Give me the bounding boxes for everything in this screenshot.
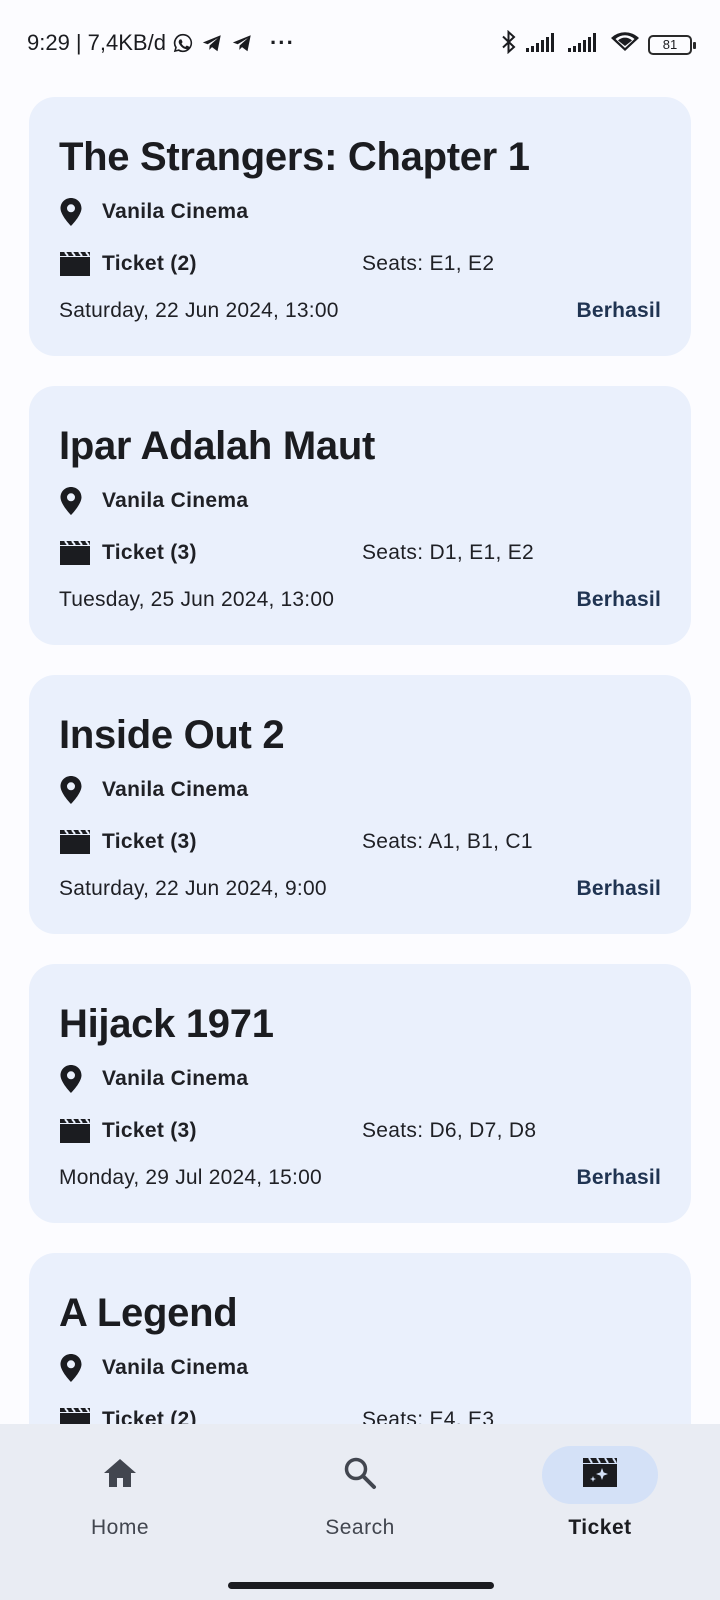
ticket-row: Ticket (3) (59, 1116, 197, 1146)
location-pin-icon (59, 1064, 93, 1094)
showtime-text: Saturday, 22 Jun 2024, 9:00 (59, 877, 327, 900)
showtime-text: Tuesday, 25 Jun 2024, 13:00 (59, 588, 335, 611)
ticket-card[interactable]: Hijack 1971 Vanila Cinema Ticket (3) Sea… (29, 964, 691, 1223)
ticket-count: Ticket (3) (102, 541, 197, 564)
ticket-card[interactable]: Inside Out 2 Vanila Cinema Ticket (3) Se… (29, 675, 691, 934)
nav-item-search[interactable]: Search (240, 1424, 480, 1574)
seats-text: Seats: D1, E1, E2 (362, 541, 535, 564)
ticket-card[interactable]: The Strangers: Chapter 1 Vanila Cinema T… (29, 97, 691, 356)
status-bar: 9:29 | 7,4KB/d ··· 81 (0, 0, 720, 88)
ticket-row: Ticket (3) (59, 827, 197, 857)
nav-label: Search (325, 1516, 395, 1539)
ticket-count: Ticket (2) (102, 252, 197, 275)
movie-title: Inside Out 2 (59, 713, 285, 757)
cinema-name: Vanila Cinema (102, 1356, 249, 1379)
bottom-navigation: Home Search Ticket (0, 1424, 720, 1600)
cinema-name: Vanila Cinema (102, 778, 249, 801)
ticket-count: Ticket (3) (102, 830, 197, 853)
ticket-card[interactable]: Ipar Adalah Maut Vanila Cinema Ticket (3… (29, 386, 691, 645)
search-icon (343, 1456, 377, 1495)
nav-pill (302, 1446, 418, 1504)
location-row: Vanila Cinema (59, 1064, 248, 1094)
home-icon (103, 1457, 137, 1494)
clapperboard-icon (59, 827, 93, 857)
location-pin-icon (59, 486, 93, 516)
status-badge: Berhasil (576, 877, 661, 900)
status-left: 9:29 | 7,4KB/d ··· (27, 30, 295, 56)
bluetooth-icon (500, 29, 518, 59)
signal-icon (526, 32, 560, 57)
nav-pill (62, 1446, 178, 1504)
signal-icon (568, 32, 602, 57)
cinema-name: Vanila Cinema (102, 1067, 249, 1090)
status-right: 81 (500, 29, 696, 59)
movie-title: A Legend (59, 1291, 238, 1335)
nav-label: Home (90, 1516, 150, 1539)
ticket-row: Ticket (2) (59, 249, 197, 279)
ticket-list[interactable]: The Strangers: Chapter 1 Vanila Cinema T… (29, 97, 691, 1542)
nav-label: Ticket (568, 1516, 632, 1539)
telegram-icon (230, 32, 254, 54)
telegram-icon (200, 32, 224, 54)
cinema-name: Vanila Cinema (102, 200, 249, 223)
seats-text: Seats: A1, B1, C1 (362, 830, 533, 853)
location-row: Vanila Cinema (59, 775, 248, 805)
clapperboard-icon (59, 249, 93, 279)
gesture-bar[interactable] (228, 1582, 494, 1589)
cinema-name: Vanila Cinema (102, 489, 249, 512)
seats-text: Seats: E1, E2 (362, 252, 495, 275)
seats-text: Seats: D6, D7, D8 (362, 1119, 537, 1142)
location-row: Vanila Cinema (59, 197, 248, 227)
more-notifications-icon: ··· (269, 30, 295, 55)
wifi-icon (610, 31, 640, 58)
location-pin-icon (59, 1353, 93, 1383)
location-row: Vanila Cinema (59, 1353, 248, 1383)
battery-icon: 81 (648, 34, 696, 55)
location-row: Vanila Cinema (59, 486, 248, 516)
clapperboard-icon (59, 1116, 93, 1146)
movie-title: Ipar Adalah Maut (59, 424, 375, 468)
location-pin-icon (59, 197, 93, 227)
ticket-row: Ticket (3) (59, 538, 197, 568)
ticket-icon (581, 1456, 619, 1494)
showtime-text: Monday, 29 Jul 2024, 15:00 (59, 1166, 322, 1189)
nav-pill-active (542, 1446, 658, 1504)
ticket-count: Ticket (3) (102, 1119, 197, 1142)
status-badge: Berhasil (576, 588, 661, 611)
nav-item-home[interactable]: Home (0, 1424, 240, 1574)
status-badge: Berhasil (576, 1166, 661, 1189)
clapperboard-icon (59, 538, 93, 568)
movie-title: Hijack 1971 (59, 1002, 274, 1046)
status-time: 9:29 (27, 30, 70, 55)
network-speed: | 7,4KB/d (75, 30, 166, 55)
whatsapp-icon (172, 32, 194, 54)
status-badge: Berhasil (576, 299, 661, 322)
location-pin-icon (59, 775, 93, 805)
nav-item-ticket[interactable]: Ticket (480, 1424, 720, 1574)
showtime-text: Saturday, 22 Jun 2024, 13:00 (59, 299, 339, 322)
movie-title: The Strangers: Chapter 1 (59, 135, 530, 179)
